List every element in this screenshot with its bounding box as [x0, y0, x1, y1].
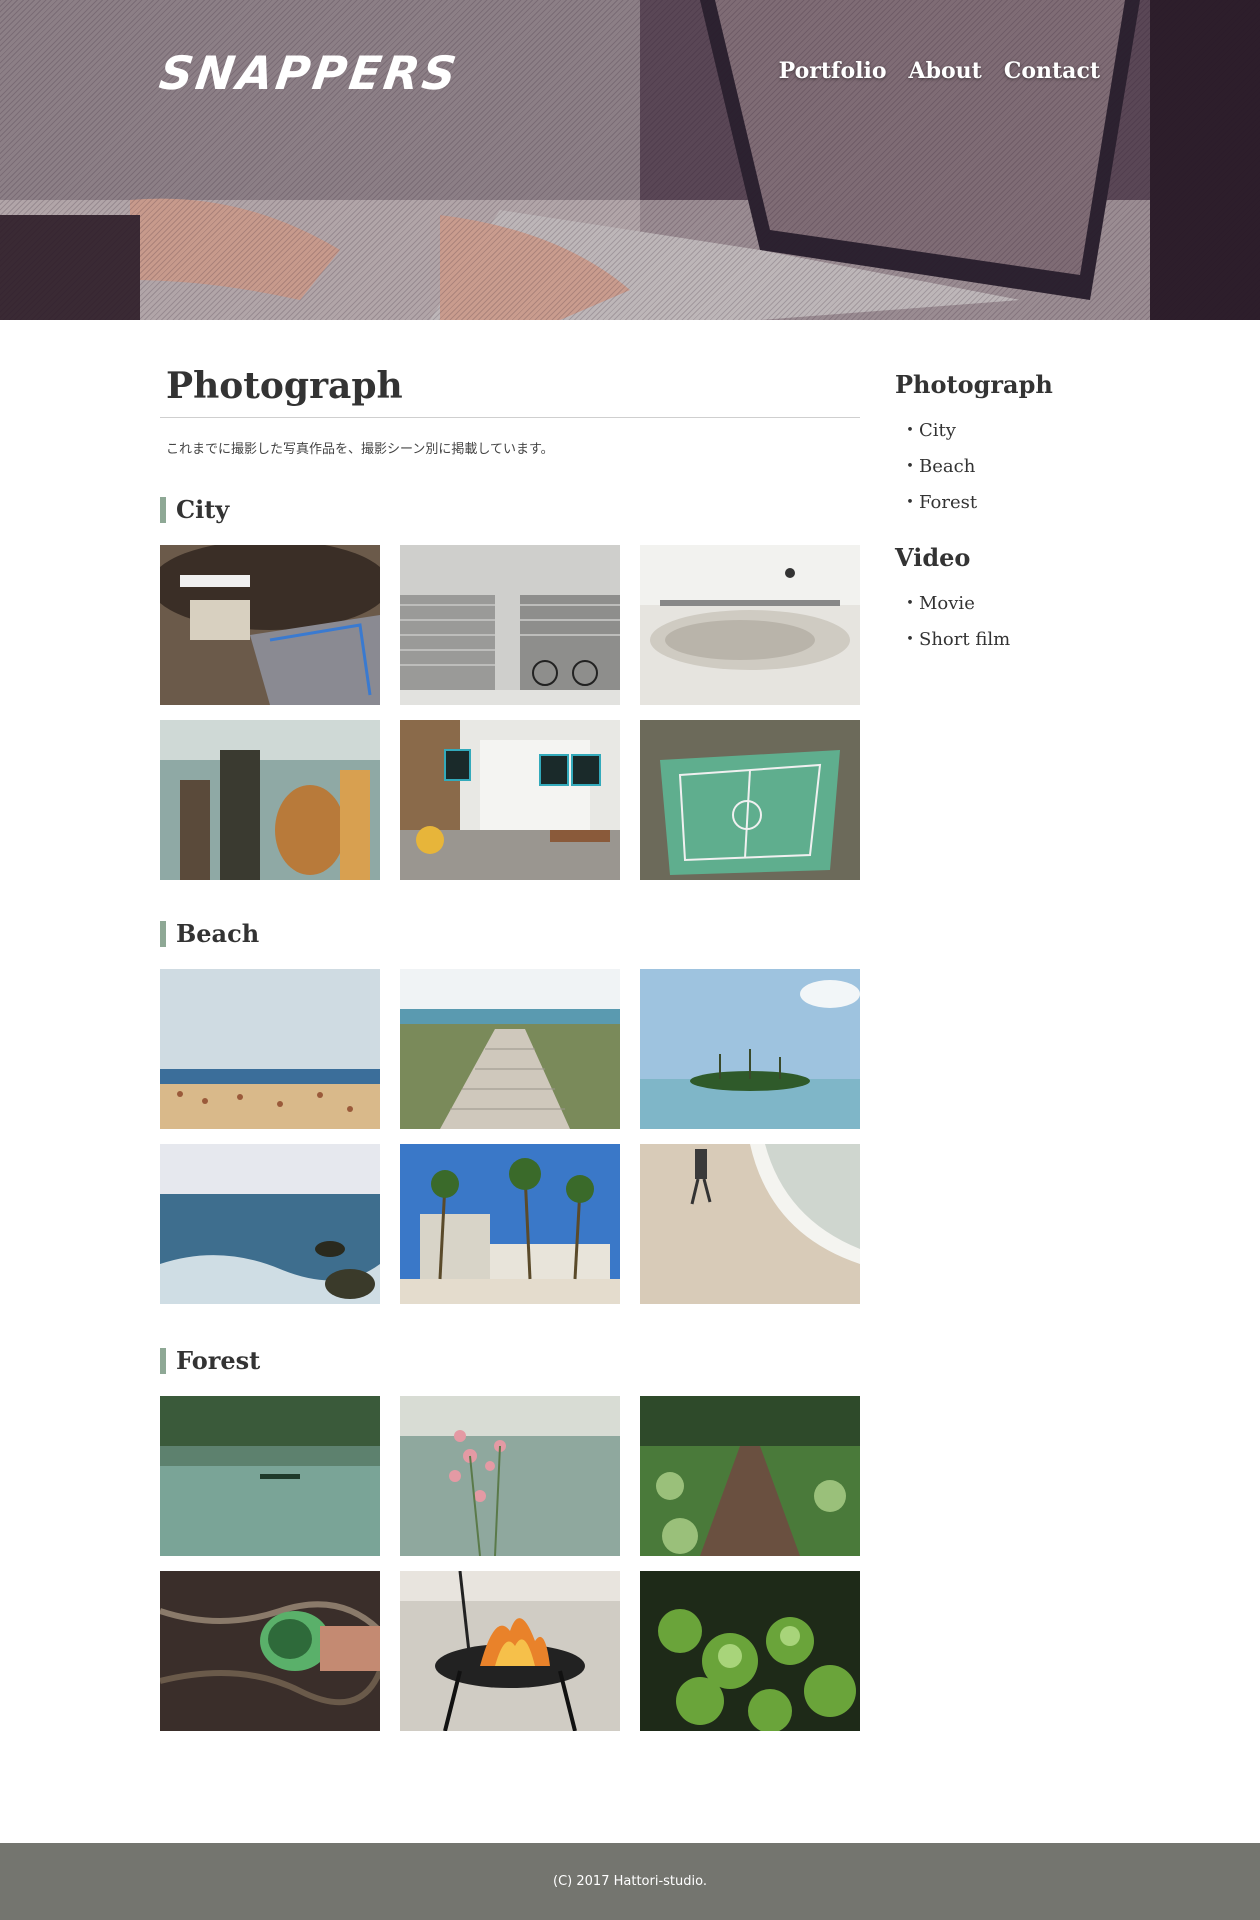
nav-contact[interactable]: Contact	[1004, 58, 1100, 84]
photo-grid-city	[160, 545, 860, 880]
main-nav: Portfolio About Contact	[779, 58, 1100, 84]
sidebar-heading-video: Video	[895, 543, 971, 572]
nav-portfolio[interactable]: Portfolio	[779, 58, 887, 84]
sidebar-link-movie[interactable]: Movie	[919, 593, 975, 614]
photo-shop-interior[interactable]	[400, 720, 620, 880]
photo-forest-path[interactable]	[640, 1396, 860, 1556]
section-beach: Beach	[160, 921, 860, 1304]
footer: (C) 2017 Hattori-studio.	[0, 1843, 1260, 1920]
photo-shoreline[interactable]	[640, 1144, 860, 1304]
photo-grid-beach	[160, 969, 860, 1304]
photo-campfire[interactable]	[400, 1571, 620, 1731]
photo-clover-leaves[interactable]	[640, 1571, 860, 1731]
sidebar: Photograph City Beach Forest Video Movie…	[895, 370, 1115, 658]
photo-tropical-island[interactable]	[640, 969, 860, 1129]
sidebar-link-forest[interactable]: Forest	[919, 492, 977, 513]
sidebar-item-movie: Movie	[901, 586, 1115, 622]
page-lead-text: これまでに撮影した写真作品を、撮影シーン別に掲載しています。	[166, 442, 554, 457]
photo-crowded-beach[interactable]	[160, 969, 380, 1129]
header-hero: SNAPPERS Portfolio About Contact	[0, 0, 1260, 320]
photo-palm-houses[interactable]	[400, 1144, 620, 1304]
sidebar-list-photograph: City Beach Forest	[901, 413, 1115, 521]
section-city: City	[160, 497, 860, 880]
page-title: Photograph	[160, 365, 860, 418]
sidebar-link-short-film[interactable]: Short film	[919, 629, 1010, 650]
photo-skatepark[interactable]	[640, 545, 860, 705]
nav-about[interactable]: About	[909, 58, 982, 84]
sidebar-link-city[interactable]: City	[919, 420, 956, 441]
sidebar-item-beach: Beach	[901, 449, 1115, 485]
photo-waves-rocks[interactable]	[160, 1144, 380, 1304]
photo-basketball-court[interactable]	[640, 720, 860, 880]
sidebar-heading-photograph: Photograph	[895, 370, 1053, 399]
section-forest: Forest	[160, 1348, 860, 1731]
sidebar-list-video: Movie Short film	[901, 586, 1115, 658]
section-heading-forest: Forest	[160, 1348, 860, 1374]
sidebar-item-city: City	[901, 413, 1115, 449]
site-logo[interactable]: SNAPPERS	[156, 46, 462, 100]
photo-cup-stream[interactable]	[160, 1571, 380, 1731]
photo-bicycle-shutters[interactable]	[400, 545, 620, 705]
photo-grid-forest	[160, 1396, 860, 1731]
photo-glass-doors[interactable]	[160, 720, 380, 880]
photo-forest-lake[interactable]	[160, 1396, 380, 1556]
footer-copyright: (C) 2017 Hattori-studio.	[553, 1874, 707, 1889]
photo-station-stairs[interactable]	[160, 545, 380, 705]
sidebar-item-forest: Forest	[901, 485, 1115, 521]
main-content: Photograph これまでに撮影した写真作品を、撮影シーン別に掲載しています…	[160, 365, 860, 1731]
photo-pink-flowers[interactable]	[400, 1396, 620, 1556]
photo-boardwalk[interactable]	[400, 969, 620, 1129]
sidebar-item-short-film: Short film	[901, 622, 1115, 658]
section-heading-beach: Beach	[160, 921, 860, 947]
sidebar-link-beach[interactable]: Beach	[919, 456, 975, 477]
section-heading-city: City	[160, 497, 860, 523]
